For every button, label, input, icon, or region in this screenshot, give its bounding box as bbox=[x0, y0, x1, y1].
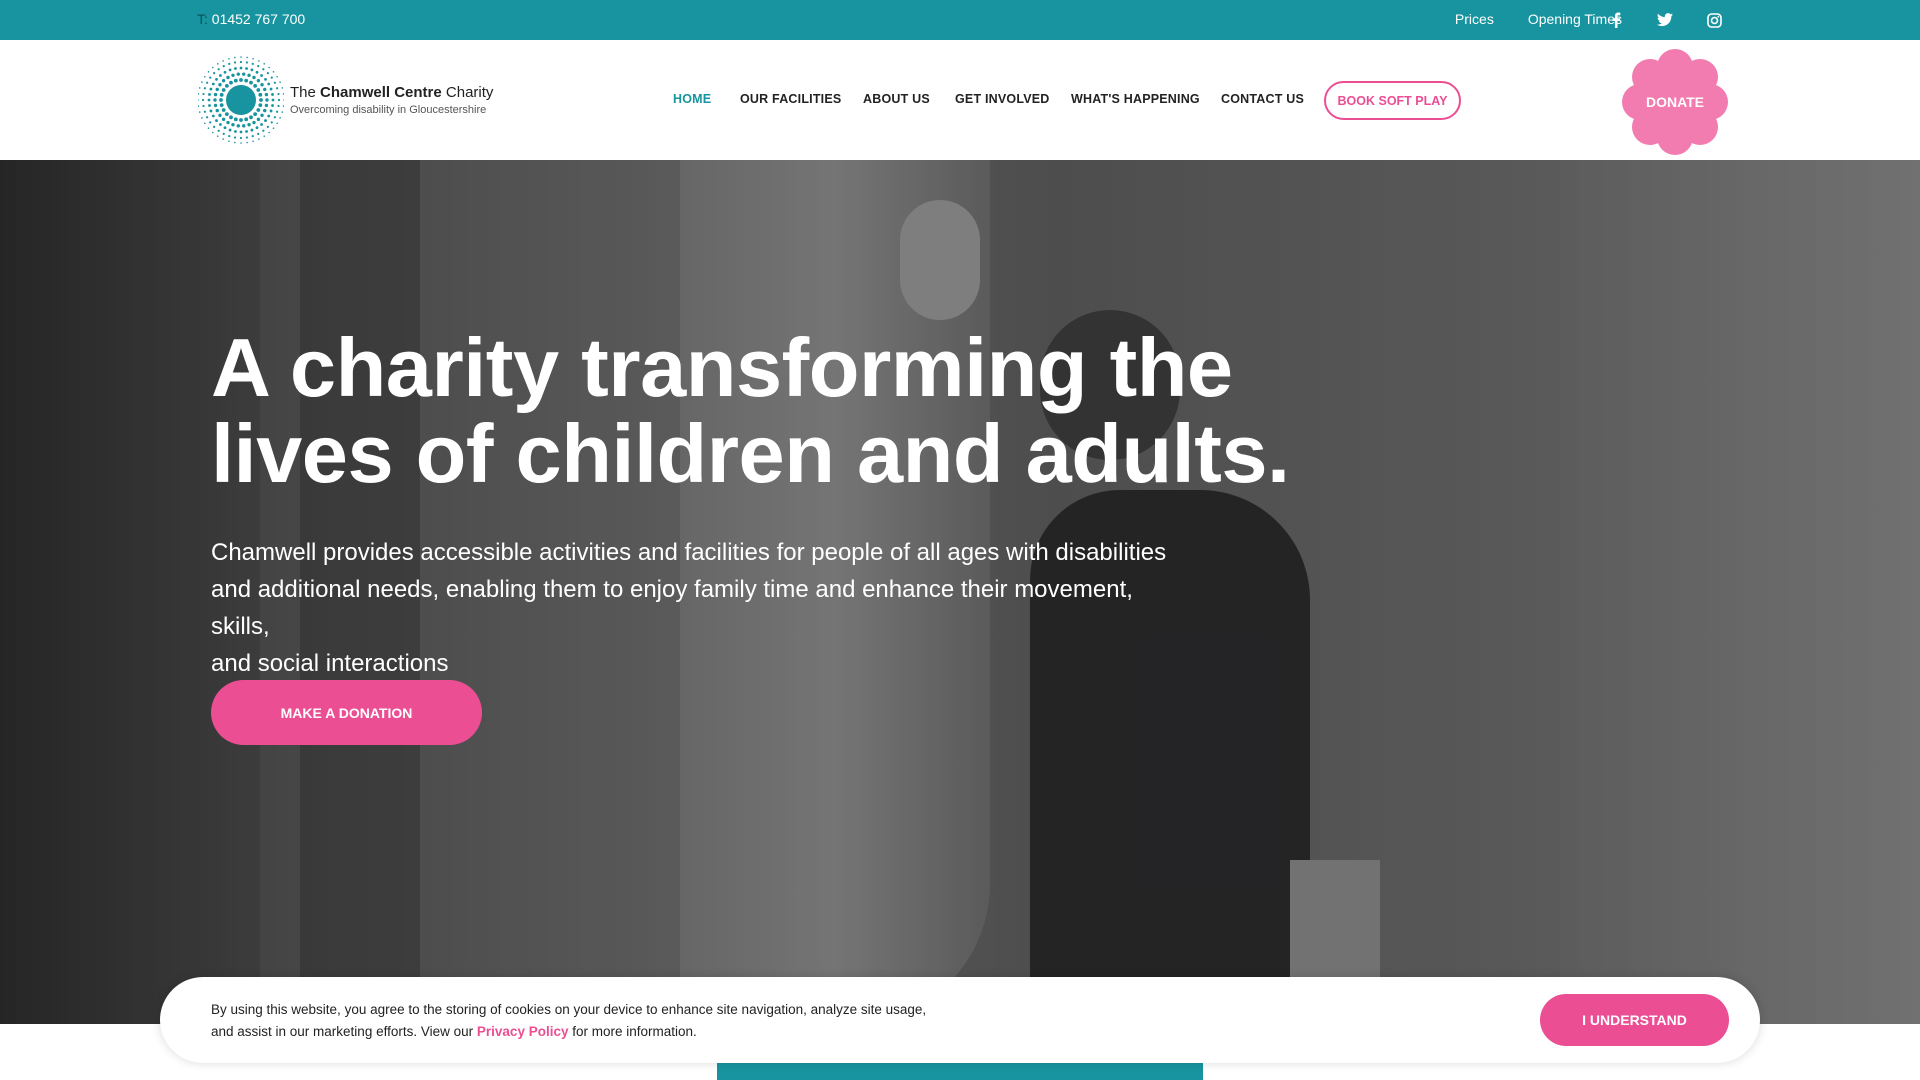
site-logo[interactable]: The Chamwell Centre Charity Overcoming d… bbox=[198, 54, 498, 146]
nav-our-facilities[interactable]: OUR FACILITIES bbox=[740, 92, 841, 106]
privacy-policy-link[interactable]: Privacy Policy bbox=[477, 1024, 569, 1039]
logo-the: The bbox=[290, 84, 316, 101]
cookie-text: By using this website, you agree to the … bbox=[211, 1002, 927, 1039]
logo-tagline: Overcoming disability in Gloucestershire bbox=[290, 104, 487, 116]
donate-button[interactable]: DONATE bbox=[1621, 48, 1729, 156]
phone-value: 01452 767 700 bbox=[211, 11, 306, 27]
logo-sunburst-icon bbox=[198, 56, 284, 144]
make-donation-button[interactable]: MAKE A DONATION bbox=[211, 680, 482, 745]
site-header: The Chamwell Centre Charity Overcoming d… bbox=[0, 40, 1920, 160]
twitter-icon[interactable] bbox=[1655, 10, 1675, 30]
nav-about-us[interactable]: ABOUT US bbox=[863, 92, 930, 106]
top-bar: T: 01452 767 700 Prices Opening Times bbox=[0, 0, 1920, 40]
hero-body-line-3: and social interactions bbox=[211, 650, 449, 677]
facebook-icon[interactable] bbox=[1606, 10, 1626, 30]
logo-title: The Chamwell Centre Charity bbox=[290, 84, 493, 101]
hero-body-line-1: Chamwell provides accessible activities … bbox=[211, 539, 1167, 566]
instagram-icon[interactable] bbox=[1704, 10, 1724, 30]
i-understand-button[interactable]: I UNDERSTAND bbox=[1540, 994, 1729, 1046]
logo-name: Chamwell Centre bbox=[320, 84, 442, 101]
nav-whats-happening[interactable]: WHAT'S HAPPENING bbox=[1071, 92, 1200, 106]
phone-number[interactable]: T: 01452 767 700 bbox=[197, 11, 305, 27]
top-links: Prices Opening Times bbox=[1421, 11, 1622, 27]
logo-text: The Chamwell Centre Charity Overcoming d… bbox=[290, 84, 493, 116]
logo-suffix: Charity bbox=[445, 84, 494, 101]
cookie-banner: By using this website, you agree to the … bbox=[160, 977, 1760, 1063]
book-soft-play-button[interactable]: BOOK SOFT PLAY bbox=[1324, 81, 1461, 120]
hero-description: Chamwell provides accessible activities … bbox=[211, 534, 1191, 682]
nav-get-involved[interactable]: GET INVOLVED bbox=[955, 92, 1050, 106]
section-teal-block bbox=[717, 1060, 1203, 1080]
hero-title: A charity transforming the lives of chil… bbox=[211, 325, 1411, 497]
nav-contact-us[interactable]: CONTACT US bbox=[1221, 92, 1304, 106]
hero-section: A charity transforming the lives of chil… bbox=[0, 160, 1920, 1024]
hero-title-line-2: lives of children and adults. bbox=[211, 407, 1290, 500]
phone-prefix: T: bbox=[197, 11, 208, 27]
cookie-text-end: for more information. bbox=[572, 1024, 697, 1039]
cookie-message: By using this website, you agree to the … bbox=[211, 999, 931, 1043]
hero-body-line-2: and additional needs, enabling them to e… bbox=[211, 576, 1133, 640]
nav-home[interactable]: HOME bbox=[673, 92, 711, 106]
prices-link[interactable]: Prices bbox=[1455, 11, 1494, 27]
donate-label: DONATE bbox=[1645, 94, 1705, 110]
hero-title-line-1: A charity transforming the bbox=[211, 321, 1233, 414]
